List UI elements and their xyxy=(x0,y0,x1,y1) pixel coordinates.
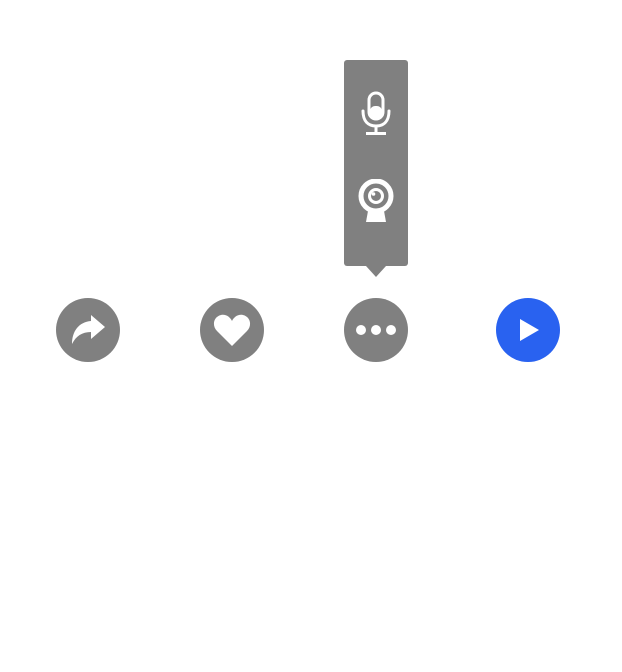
microphone-button[interactable] xyxy=(354,88,398,140)
popover-arrow xyxy=(366,266,386,277)
heart-icon xyxy=(213,313,251,347)
play-icon xyxy=(515,317,541,343)
microphone-icon xyxy=(359,91,393,137)
media-popover xyxy=(344,60,408,277)
share-button[interactable] xyxy=(56,298,120,362)
play-button[interactable] xyxy=(496,298,560,362)
webcam-button[interactable] xyxy=(354,176,398,228)
like-button[interactable] xyxy=(200,298,264,362)
ellipsis-icon xyxy=(356,324,396,336)
share-arrow-icon xyxy=(68,312,108,348)
more-options-button[interactable] xyxy=(344,298,408,362)
webcam-icon xyxy=(356,179,396,225)
